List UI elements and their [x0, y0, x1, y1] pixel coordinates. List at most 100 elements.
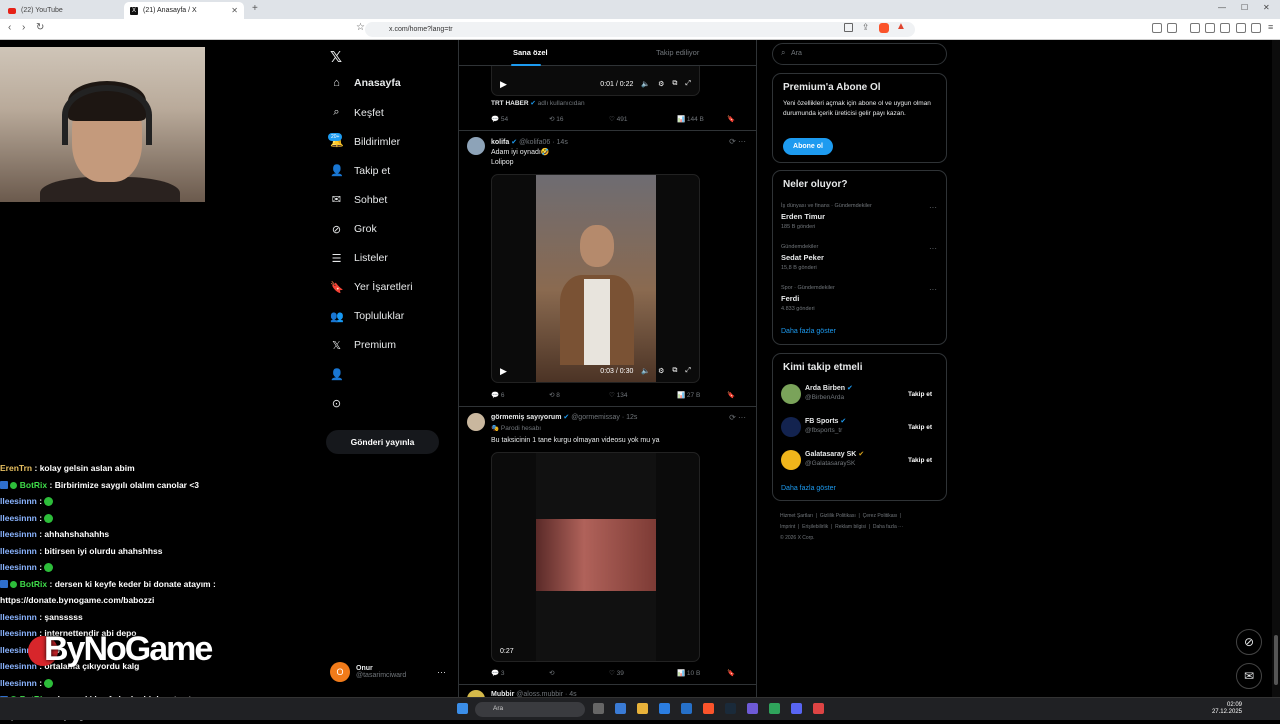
- repost-button[interactable]: ⟲ 8: [549, 391, 609, 399]
- account-switcher[interactable]: O Onur @tasarimciward: [330, 662, 406, 682]
- screen-share-icon[interactable]: [844, 23, 853, 32]
- post2-video[interactable]: ▶ 0:03 / 0:30 🔈 ⚙ ⧉ ⤢: [491, 174, 700, 383]
- volume-icon[interactable]: 🔈: [641, 80, 650, 88]
- avatar[interactable]: [467, 413, 485, 431]
- pip-icon[interactable]: ⧉: [672, 80, 677, 88]
- close-tab-icon[interactable]: ✕: [231, 6, 238, 15]
- app-icon[interactable]: [615, 703, 626, 714]
- footer-link[interactable]: Imprint: [780, 524, 795, 530]
- nav-item-x[interactable]: 𝕏Premium: [330, 339, 396, 352]
- footer-link[interactable]: Gizlilik Politikası: [820, 513, 856, 519]
- fullscreen-icon[interactable]: ⤢: [685, 80, 691, 88]
- post-button[interactable]: Gönderi yayınla: [326, 430, 439, 454]
- more-nav[interactable]: ⊙: [330, 397, 343, 410]
- nav-item-home[interactable]: ⌂Anasayfa: [330, 77, 401, 89]
- leo-icon[interactable]: [1236, 23, 1246, 33]
- share-icon[interactable]: ⇪: [862, 22, 870, 33]
- discord-icon[interactable]: [791, 703, 802, 714]
- steam-icon[interactable]: [725, 703, 736, 714]
- url-field[interactable]: x.com/home?lang=tr: [365, 22, 915, 37]
- mail-icon[interactable]: [681, 703, 692, 714]
- like-button[interactable]: ♡ 134: [609, 391, 677, 399]
- downloads-icon[interactable]: [1220, 23, 1230, 33]
- app-icon[interactable]: [769, 703, 780, 714]
- repost-button[interactable]: ⟲ 16: [549, 115, 609, 123]
- subscribe-button[interactable]: Abone ol: [783, 138, 833, 155]
- post-more-icon[interactable]: ⟳ ···: [729, 413, 746, 422]
- maximize-button[interactable]: ☐: [1241, 3, 1248, 12]
- bookmark-icon[interactable]: 🔖: [727, 115, 735, 123]
- nav-item-person-add[interactable]: 👤Takip et: [330, 164, 390, 177]
- nav-item-list[interactable]: ☰Listeler: [330, 252, 388, 265]
- follow-suggestion[interactable]: Arda Birben ✔ @BirbenArda Takip et: [781, 382, 941, 406]
- trend-more-icon[interactable]: ···: [929, 203, 937, 212]
- account-more-icon[interactable]: ···: [437, 667, 446, 677]
- views-button[interactable]: 📊 27 B: [677, 391, 727, 399]
- footer-link[interactable]: Reklam bilgisi: [835, 524, 866, 530]
- volume-icon[interactable]: 🔈: [641, 367, 650, 375]
- follow-button[interactable]: Takip et: [899, 386, 941, 402]
- footer-link[interactable]: Çerez Politikası: [863, 513, 898, 519]
- reload-icon[interactable]: ↻: [36, 22, 44, 33]
- trend-item[interactable]: İş dünyası ve finans · Gündemdekiler Erd…: [781, 203, 872, 230]
- extension-icon[interactable]: [1152, 23, 1162, 33]
- nav-item-search[interactable]: ⌕Keşfet: [330, 106, 384, 119]
- footer-link[interactable]: Daha fazla ···: [873, 524, 903, 530]
- wallet-icon[interactable]: [1167, 23, 1177, 33]
- follow-button[interactable]: Takip et: [899, 452, 941, 468]
- nav-item-community[interactable]: 👥Topluluklar: [330, 310, 404, 323]
- reply-button[interactable]: 💬 3: [491, 669, 549, 677]
- clock[interactable]: 02:09 27.12.2025: [1212, 702, 1242, 716]
- play-icon[interactable]: ▶: [500, 366, 507, 377]
- new-tab-button[interactable]: +: [252, 3, 258, 14]
- post-more-icon[interactable]: ⟳ ···: [729, 137, 746, 146]
- back-icon[interactable]: ‹: [8, 22, 11, 33]
- explorer-icon[interactable]: [637, 703, 648, 714]
- follow-suggestion[interactable]: FB Sports ✔ @fbsports_tr Takip et: [781, 415, 941, 439]
- reply-button[interactable]: 💬 54: [491, 115, 549, 123]
- close-window-button[interactable]: ✕: [1263, 3, 1270, 12]
- vpn-icon[interactable]: [1251, 23, 1261, 33]
- trend-more-icon[interactable]: ···: [929, 244, 937, 253]
- tab-youtube[interactable]: (22) YouTube: [2, 2, 120, 19]
- post2-author[interactable]: kolifa ✔ @kolifa06 · 14s: [491, 138, 568, 146]
- play-icon[interactable]: ▶: [500, 79, 507, 90]
- store-icon[interactable]: [659, 703, 670, 714]
- app-icon[interactable]: [747, 703, 758, 714]
- brave-shield-icon[interactable]: [879, 23, 889, 33]
- music-icon[interactable]: [1190, 23, 1200, 33]
- like-button[interactable]: ♡ 39: [609, 669, 677, 677]
- who-show-more-link[interactable]: Daha fazla göster: [781, 485, 836, 492]
- settings-icon[interactable]: ⚙: [658, 367, 664, 375]
- scrollbar-thumb[interactable]: [1274, 635, 1278, 685]
- tab-following[interactable]: Takip ediliyor: [656, 48, 699, 57]
- post3-author[interactable]: görmemiş sayıyorum ✔ @gormemissay · 12s: [491, 413, 637, 421]
- sidebar-icon[interactable]: [1205, 23, 1215, 33]
- app-icon[interactable]: [813, 703, 824, 714]
- post3-video[interactable]: 0:27: [491, 452, 700, 662]
- start-icon[interactable]: [457, 703, 468, 714]
- footer-link[interactable]: Erişilebilirlik: [802, 524, 828, 530]
- trend-item[interactable]: Spor · Gündemdekiler Ferdi 4.833 gönderi: [781, 285, 835, 312]
- trends-show-more-link[interactable]: Daha fazla göster: [781, 328, 836, 335]
- x-logo[interactable]: 𝕏: [330, 48, 342, 66]
- avatar[interactable]: [467, 137, 485, 155]
- grok-float-button[interactable]: ⊘: [1236, 629, 1262, 655]
- bookmark-icon[interactable]: 🔖: [727, 391, 735, 399]
- footer-link[interactable]: Hizmet Şartları: [780, 513, 813, 519]
- search-input[interactable]: Ara: [772, 43, 947, 65]
- task-view-icon[interactable]: [593, 703, 604, 714]
- follow-suggestion[interactable]: Galatasaray SK ✔ @GalatasaraySK Takip et: [781, 448, 941, 472]
- like-button[interactable]: ♡ 491: [609, 115, 677, 123]
- views-button[interactable]: 📊 10 B: [677, 669, 727, 677]
- reply-button[interactable]: 💬 6: [491, 391, 549, 399]
- messages-float-button[interactable]: ✉: [1236, 663, 1262, 689]
- forward-icon[interactable]: ›: [22, 22, 25, 33]
- rewards-icon[interactable]: ▲: [896, 21, 906, 32]
- menu-icon[interactable]: ≡: [1268, 22, 1273, 32]
- tab-for-you[interactable]: Sana özel: [513, 48, 548, 57]
- minimize-button[interactable]: —: [1218, 3, 1226, 12]
- taskbar-search[interactable]: Ara: [475, 702, 585, 717]
- nav-item-mail[interactable]: ✉Sohbet: [330, 193, 387, 206]
- post1-source[interactable]: TRT HABER ✔ adlı kullanıcıdan: [491, 99, 585, 107]
